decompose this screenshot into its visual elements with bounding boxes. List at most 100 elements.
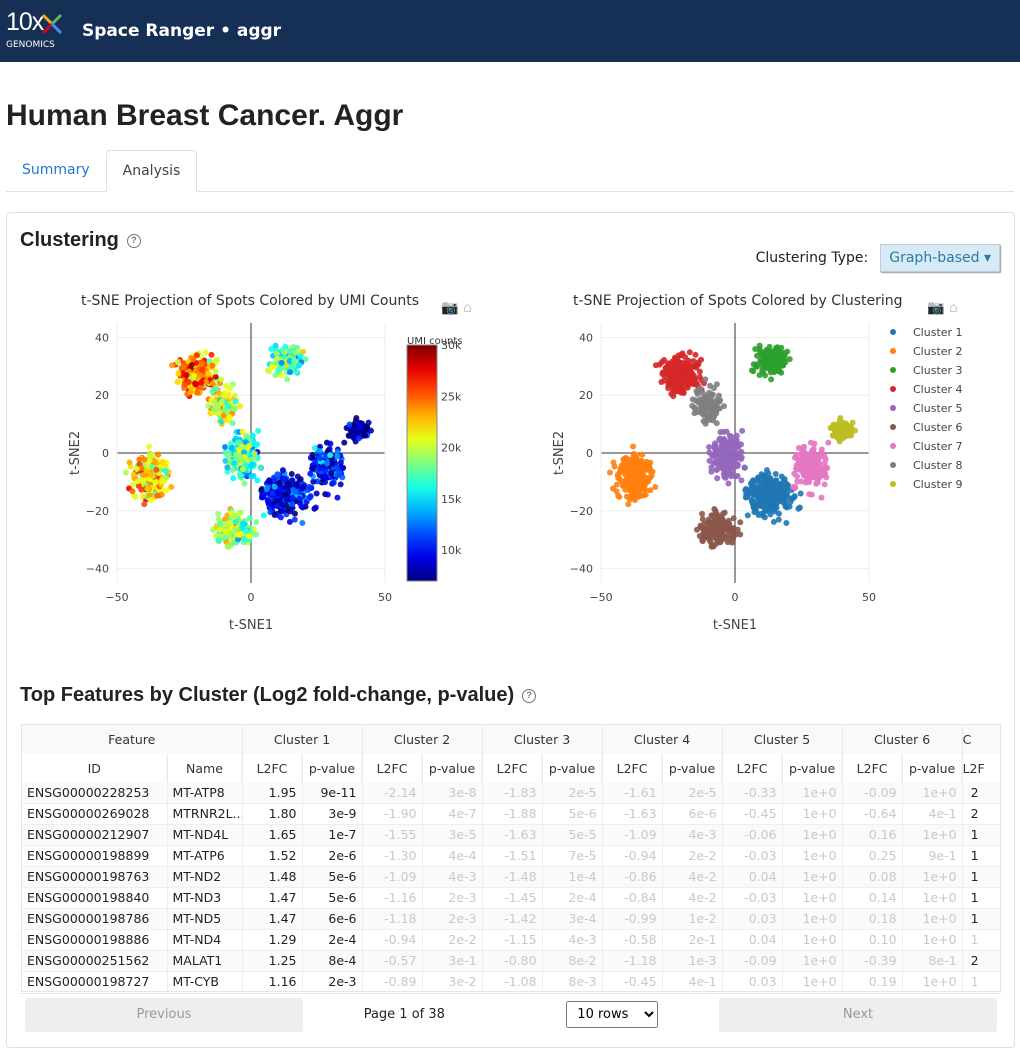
p-value-cell: 2e-1: [662, 929, 723, 950]
table-row[interactable]: ENSG00000228253 MT-ATP8 1.95 9e-11 -2.14 3e-8…: [22, 782, 1000, 803]
scatter-point: [821, 481, 828, 488]
l2fc-cell: 1: [962, 929, 1000, 950]
scatter-point: [324, 460, 331, 467]
feature-id-cell: ENSG00000198763: [22, 866, 168, 887]
column-header[interactable]: L2FC: [242, 754, 303, 782]
scatter-point: [288, 470, 295, 477]
l2fc-cell: 0.08: [842, 866, 903, 887]
legend-label: Cluster 9: [913, 478, 963, 491]
column-header[interactable]: p-value: [782, 754, 843, 782]
scatter-point: [163, 474, 170, 481]
scatter-point: [133, 466, 140, 473]
scatter-point: [245, 533, 252, 540]
scatter-point: [716, 398, 723, 405]
scatter-point: [773, 494, 780, 501]
scatter-point: [144, 485, 151, 492]
scatter-point: [266, 477, 273, 484]
plot-title: t-SNE Projection of Spots Colored by Clu…: [573, 293, 903, 309]
column-header[interactable]: L2FC: [842, 754, 903, 782]
p-value-cell: 2e-2: [422, 929, 483, 950]
column-header[interactable]: p-value: [302, 754, 363, 782]
table-row[interactable]: ENSG00000212907 MT-ND4L 1.65 1e-7 -1.55 3e-5-…: [22, 824, 1000, 845]
scatter-point: [174, 379, 181, 386]
l2fc-cell: -0.45: [602, 971, 663, 991]
umi-tsne-plot[interactable]: t-SNE Projection of Spots Colored by UMI…: [37, 283, 507, 653]
p-value-cell: 1e-4: [542, 866, 603, 887]
column-header[interactable]: p-value: [542, 754, 603, 782]
scatter-point: [122, 469, 129, 476]
table-row[interactable]: ENSG00000198886 MT-ND4 1.29 2e-4 -0.94 2e-2 -1…: [22, 929, 1000, 950]
scatter-point: [255, 427, 262, 434]
clustering-type-label: Clustering Type:: [755, 250, 869, 266]
scatter-point: [642, 478, 649, 485]
table-row[interactable]: ENSG00000198786 MT-ND5 1.47 6e-6 -1.18 2e-3 -1…: [22, 908, 1000, 929]
scatter-point: [683, 366, 690, 373]
scatter-point: [353, 414, 360, 421]
scatter-point: [199, 360, 206, 367]
question-circle-icon[interactable]: ?: [522, 688, 537, 703]
scatter-point: [696, 368, 703, 375]
l2fc-cell: 1.80: [242, 803, 303, 824]
p-value-cell: 1e+0: [782, 929, 843, 950]
scatter-point: [269, 490, 276, 497]
scatter-point: [776, 349, 783, 356]
table-row[interactable]: ENSG00000251562 MALAT1 1.25 8e-4 -0.57 3e-1 -0…: [22, 950, 1000, 971]
scatter-point: [780, 495, 787, 502]
next-button[interactable]: Next: [719, 997, 997, 1032]
l2fc-cell: 1: [962, 887, 1000, 908]
question-circle-icon[interactable]: ?: [126, 233, 141, 248]
column-header[interactable]: p-value: [662, 754, 723, 782]
column-header[interactable]: L2FC: [362, 754, 423, 782]
l2fc-cell: 0.04: [722, 866, 783, 887]
scatter-point: [281, 491, 288, 498]
scatter-point: [218, 376, 225, 383]
column-header[interactable]: ID: [22, 754, 168, 782]
scatter-point: [257, 464, 264, 471]
p-value-cell: 5e-6: [542, 803, 603, 824]
scatter-point: [246, 442, 253, 449]
l2fc-cell: 1.47: [242, 908, 303, 929]
scatter-point: [174, 358, 181, 365]
p-value-cell: 2e-3: [422, 908, 483, 929]
scatter-point: [797, 490, 804, 497]
scatter-point: [159, 458, 166, 465]
scatter-point: [222, 534, 229, 541]
table-row[interactable]: ENSG00000269028 MTRNR2L... 1.80 3e-9 -1.90 4e…: [22, 803, 1000, 824]
clustering-type-dropdown[interactable]: Graph-based ▾: [880, 244, 1000, 272]
feature-name-cell: MT-CYB: [167, 971, 243, 991]
features-title: Top Features by Cluster (Log2 fold-chang…: [20, 684, 515, 706]
legend-marker: [890, 405, 896, 411]
scatter-point: [278, 359, 285, 366]
scatter-point: [783, 485, 790, 492]
column-header[interactable]: p-value: [902, 754, 963, 782]
l2fc-cell: -0.80: [482, 950, 543, 971]
legend-label: Cluster 2: [913, 345, 963, 358]
table-row[interactable]: ENSG00000198763 MT-ND2 1.48 5e-6 -1.09 4e-3 -1…: [22, 866, 1000, 887]
column-header[interactable]: L2FC: [482, 754, 543, 782]
column-header[interactable]: p-value: [422, 754, 483, 782]
camera-icon: 📷: [927, 300, 944, 316]
scatter-point: [637, 466, 644, 473]
column-header[interactable]: Name: [167, 754, 243, 782]
table-row[interactable]: ENSG00000198727 MT-CYB 1.16 2e-3 -0.89 3e-2 -1…: [22, 971, 1000, 991]
column-header[interactable]: L2F: [962, 754, 1000, 782]
p-value-cell: 9e-11: [302, 782, 363, 803]
rows-per-page-select[interactable]: 10 rows: [566, 1001, 659, 1028]
scatter-point: [205, 402, 212, 409]
l2fc-cell: -1.90: [362, 803, 423, 824]
caret-down-icon: ▾: [983, 250, 991, 266]
cluster-tsne-plot[interactable]: t-SNE Projection of Spots Colored by Clu…: [517, 283, 1007, 653]
scatter-point: [153, 466, 160, 473]
previous-button[interactable]: Previous: [25, 997, 303, 1032]
tab-summary[interactable]: Summary: [6, 150, 106, 192]
p-value-cell: 1e+0: [902, 908, 963, 929]
scatter-point: [316, 447, 323, 454]
scatter-point: [327, 452, 334, 459]
scatter-point: [693, 380, 700, 387]
column-header[interactable]: L2FC: [722, 754, 783, 782]
features-table[interactable]: Feature Cluster 1 Cluster 2 Cluster 3 Cluste…: [21, 724, 1001, 992]
tab-analysis[interactable]: Analysis: [105, 150, 198, 192]
table-row[interactable]: ENSG00000198840 MT-ND3 1.47 5e-6 -1.16 2e-3 -1…: [22, 887, 1000, 908]
column-header[interactable]: L2FC: [602, 754, 663, 782]
table-row[interactable]: ENSG00000198899 MT-ATP6 1.52 2e-6 -1.30 4e-4-…: [22, 845, 1000, 866]
